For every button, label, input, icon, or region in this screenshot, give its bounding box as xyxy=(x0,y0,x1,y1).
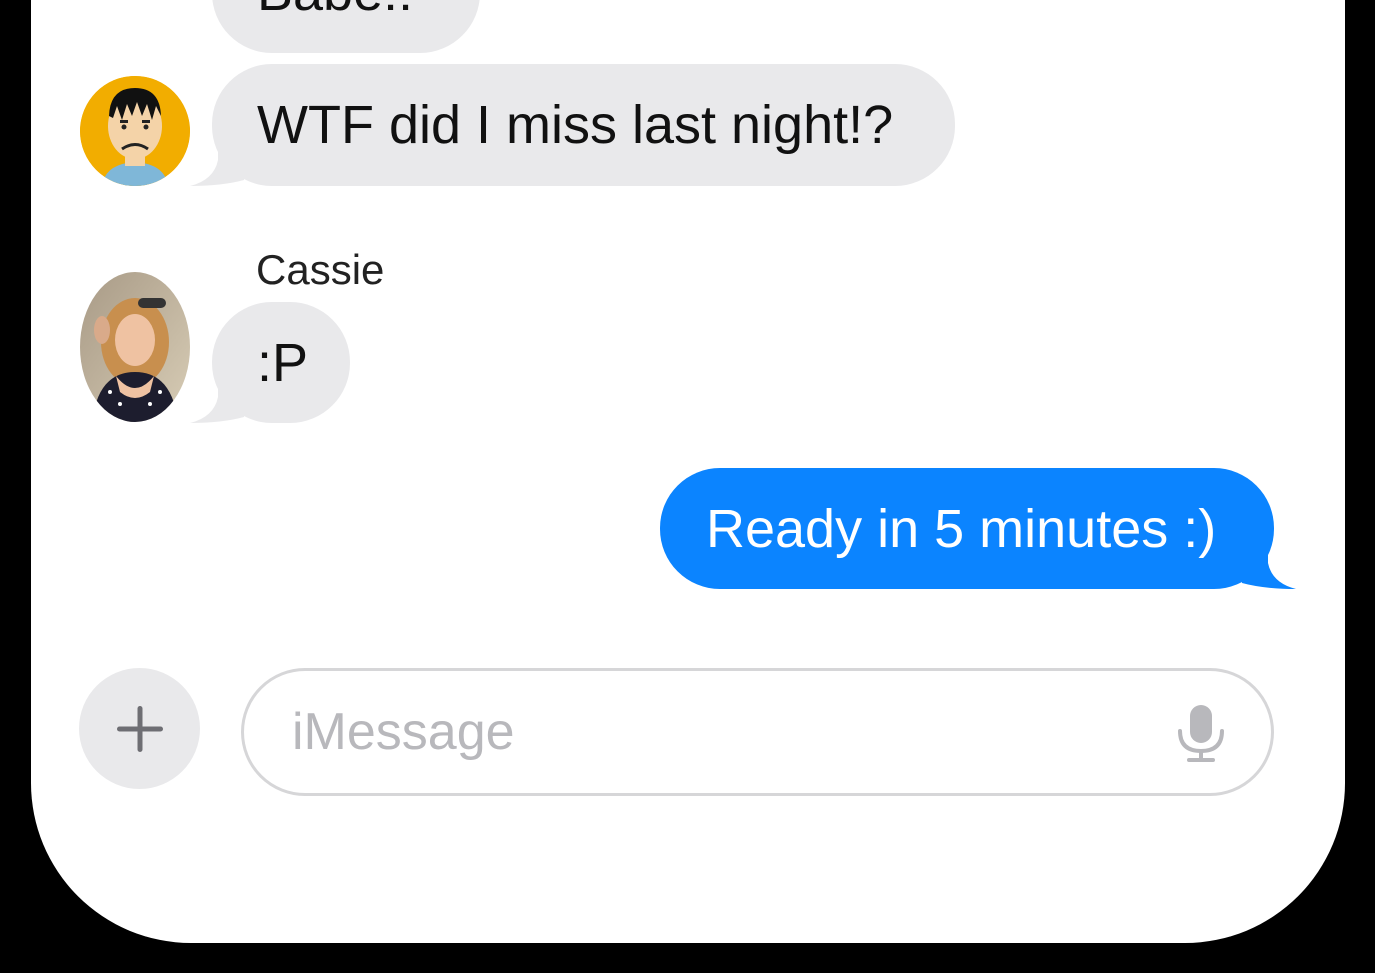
message-text: Ready in 5 minutes :) xyxy=(706,498,1217,559)
message-text: Babe!! xyxy=(257,0,413,19)
plus-icon xyxy=(116,705,163,752)
bubble-tail xyxy=(190,140,244,186)
message-bubble-incoming[interactable]: Babe!! xyxy=(212,0,480,53)
message-text: :P xyxy=(257,332,309,393)
microphone-icon[interactable] xyxy=(1175,703,1227,765)
avatar[interactable] xyxy=(80,272,190,422)
message-input-placeholder: iMessage xyxy=(292,703,515,761)
message-text: WTF did I miss last night!? xyxy=(257,95,894,155)
conversation: Babe!! WTF did I miss last night!? Cassi… xyxy=(0,0,1375,973)
message-bubble-outgoing[interactable]: Ready in 5 minutes :) xyxy=(660,468,1274,589)
add-attachment-button[interactable] xyxy=(79,668,200,789)
message-input[interactable]: iMessage xyxy=(241,668,1274,796)
message-bubble-incoming[interactable]: WTF did I miss last night!? xyxy=(212,64,955,186)
bubble-tail xyxy=(190,377,244,423)
sender-name: Cassie xyxy=(256,246,385,293)
contact-photo-icon xyxy=(80,272,190,422)
cartoon-avatar-icon xyxy=(80,76,190,186)
bubble-tail xyxy=(1242,543,1296,589)
avatar[interactable] xyxy=(80,76,190,186)
